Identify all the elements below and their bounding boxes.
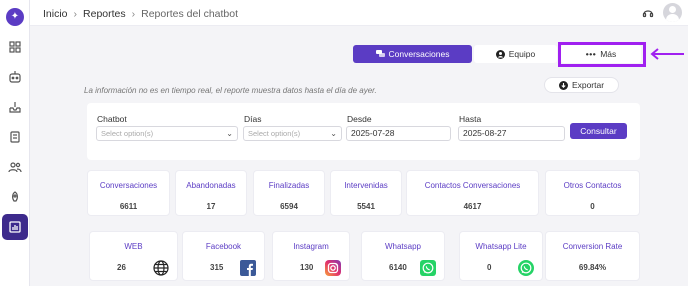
stat-contactos-conversaciones: Contactos Conversaciones 4617 [406, 170, 539, 216]
arrow-left-icon [650, 48, 684, 60]
channel-label: Whatsapp Lite [475, 242, 527, 251]
top-bar: Inicio › Reportes › Reportes del chatbot [30, 0, 688, 26]
chatbot-placeholder: Select option(s) [101, 129, 154, 138]
tab-equipo-label: Equipo [508, 49, 536, 59]
channel-value: 130 [300, 263, 314, 272]
chevron-down-icon: ⌄ [226, 129, 233, 138]
channel-instagram: Instagram 130 [272, 231, 350, 281]
dashboard-icon[interactable] [8, 40, 22, 54]
stat-label: Intervenidas [344, 181, 388, 190]
globe-icon [153, 260, 169, 276]
facebook-icon [240, 260, 256, 276]
stat-conversaciones: Conversaciones 6611 [87, 170, 170, 216]
channel-label: Facebook [205, 242, 242, 251]
sidebar-item-reports[interactable] [2, 214, 28, 240]
stat-label: Finalizadas [268, 181, 310, 190]
dias-label: Días [244, 114, 262, 124]
channel-conversion-rate: Conversion Rate 69.84% [545, 231, 640, 281]
filter-panel: Chatbot Select option(s) ⌄ Días Select o… [87, 103, 640, 160]
breadcrumb-reports[interactable]: Reportes [83, 8, 126, 20]
chat-icon [375, 50, 385, 57]
stat-label: Otros Contactos [563, 181, 622, 190]
chevron-right-icon: › [73, 8, 78, 20]
breadcrumb-home[interactable]: Inicio [43, 8, 68, 20]
headset-icon[interactable] [642, 7, 654, 19]
user-circle-icon [495, 49, 505, 59]
instagram-icon [325, 260, 341, 276]
channel-label: Whatsapp [384, 242, 422, 251]
breadcrumb: Inicio › Reportes › Reportes del chatbot [43, 8, 238, 20]
stat-value: 4617 [463, 202, 482, 211]
channel-value: 69.84% [578, 263, 607, 272]
hasta-label: Hasta [459, 114, 482, 124]
sidebar: ✦ [0, 0, 30, 286]
stat-intervenidas: Intervenidas 5541 [330, 170, 402, 216]
channel-value: 6140 [389, 263, 407, 272]
stat-value: 6611 [119, 202, 138, 211]
chevron-down-icon: ⌄ [330, 129, 337, 138]
desde-label: Desde [347, 114, 372, 124]
channel-label: Conversion Rate [562, 242, 623, 251]
tab-conversaciones[interactable]: Conversaciones [353, 45, 472, 63]
bot-icon[interactable] [8, 70, 22, 84]
document-icon[interactable] [8, 130, 22, 144]
rocket-icon[interactable] [8, 190, 22, 204]
info-text: La información no es en tiempo real, el … [84, 86, 377, 95]
breadcrumb-current: Reportes del chatbot [141, 8, 239, 20]
channel-label: WEB [124, 242, 143, 251]
stat-value: 0 [590, 202, 595, 211]
stat-value: 6594 [280, 202, 298, 211]
stat-value: 5541 [357, 202, 375, 211]
inbox-icon[interactable] [8, 100, 22, 114]
whatsapp-icon [518, 260, 534, 276]
channel-facebook: Facebook 315 [182, 231, 265, 281]
channel-whatsapp: Whatsapp 6140 [361, 231, 445, 281]
chevron-right-icon: › [131, 8, 136, 20]
channel-web: WEB 26 [89, 231, 178, 281]
dias-select[interactable]: Select option(s) ⌄ [243, 126, 342, 141]
stat-otros-contactos: Otros Contactos 0 [545, 170, 640, 216]
whatsapp-icon [420, 260, 436, 276]
stat-value: 17 [206, 202, 216, 211]
chatbot-label: Chatbot [97, 114, 127, 124]
highlight-box [558, 42, 646, 67]
app-logo-icon[interactable]: ✦ [6, 8, 24, 26]
channel-value: 0 [487, 263, 492, 272]
stat-label: Conversaciones [99, 181, 158, 190]
channel-whatsapp-lite: Whatsapp Lite 0 [459, 231, 543, 281]
consultar-button[interactable]: Consultar [570, 123, 627, 139]
channel-value: 26 [117, 263, 126, 272]
export-label: Exportar [571, 80, 605, 90]
hasta-date-input[interactable]: 2025-08-27 [458, 126, 565, 141]
tab-conversaciones-label: Conversaciones [388, 49, 450, 59]
export-button[interactable]: Exportar [544, 77, 619, 93]
dias-placeholder: Select option(s) [248, 129, 301, 138]
tab-equipo[interactable]: Equipo [474, 45, 557, 63]
stat-abandonadas: Abandonadas 17 [175, 170, 247, 216]
stat-label: Contactos Conversaciones [424, 181, 521, 190]
users-icon[interactable] [8, 160, 22, 174]
download-icon [558, 80, 568, 90]
stat-finalizadas: Finalizadas 6594 [253, 170, 325, 216]
channel-value: 315 [210, 263, 224, 272]
stat-label: Abandonadas [186, 181, 236, 190]
chart-icon [9, 221, 21, 233]
desde-date-input[interactable]: 2025-07-28 [346, 126, 451, 141]
channel-label: Instagram [293, 242, 329, 251]
chatbot-select[interactable]: Select option(s) ⌄ [96, 126, 238, 141]
avatar[interactable] [663, 3, 682, 22]
